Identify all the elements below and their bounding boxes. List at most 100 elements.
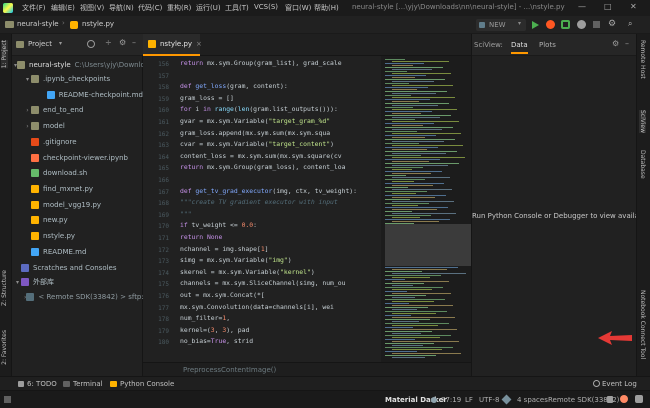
debug-icon[interactable] — [546, 20, 555, 29]
tree-item[interactable]: find_mxnet.py — [12, 182, 143, 196]
code-line[interactable]: """ — [180, 210, 385, 221]
code-line[interactable]: gvar = mx.sym.Variable("target_gram_%d" — [180, 117, 385, 128]
tree-item[interactable]: › end_to_end — [12, 103, 143, 117]
breadcrumb-file[interactable]: nstyle.py — [82, 20, 114, 28]
code-line[interactable]: return mx.sym.Group(gram_loss), content_… — [180, 163, 385, 174]
minimize-button[interactable]: — — [578, 2, 586, 11]
terminal-tab[interactable]: Terminal — [73, 380, 103, 388]
collapse-icon[interactable]: ÷ — [105, 38, 112, 47]
code-line[interactable]: no_bias=True, strid — [180, 337, 385, 348]
close-tab-icon[interactable]: × — [196, 40, 202, 48]
menu-code[interactable]: 代码(C) — [138, 3, 162, 13]
menu-tools[interactable]: 工具(T) — [225, 3, 249, 13]
menu-edit[interactable]: 编辑(E) — [51, 3, 75, 13]
structure-tool-tab[interactable]: Z: Structure — [1, 270, 8, 306]
code-line[interactable]: simg = mx.sym.Variable("img") — [180, 256, 385, 267]
favorites-tool-tab[interactable]: 2: Favorites — [1, 330, 8, 365]
code-line[interactable]: gram_loss = [] — [180, 94, 385, 105]
code-minimap[interactable] — [381, 56, 471, 362]
settings-icon[interactable]: ⚙ — [608, 19, 616, 29]
code-line[interactable]: gram_loss.append(mx.sym.sum(mx.sym.squa — [180, 129, 385, 140]
locate-icon[interactable] — [87, 40, 95, 48]
theme-indicator[interactable]: Material Darker — [385, 396, 447, 404]
code-line[interactable]: skernel = mx.sym.Variable("kernel") — [180, 268, 385, 279]
theme-toggle-icon[interactable] — [431, 397, 437, 403]
code-line[interactable]: out = mx.sym.Concat(*[ — [180, 291, 385, 302]
tree-item[interactable]: new.py — [12, 213, 143, 227]
code-breadcrumb[interactable]: PreprocessContentImage() — [143, 362, 471, 376]
menu-help[interactable]: 帮助(H) — [314, 3, 339, 13]
code-line[interactable]: """create TV gradient executor with inpu… — [180, 198, 385, 209]
python-console-tab[interactable]: Python Console — [120, 380, 174, 388]
gear-icon[interactable]: ⚙ — [612, 39, 619, 48]
tree-item[interactable]: › model — [12, 119, 143, 133]
menu-vcs[interactable]: VCS(S) — [254, 3, 278, 11]
indent-setting[interactable]: 4 spaces — [517, 396, 548, 404]
notifications-icon[interactable] — [635, 395, 643, 403]
code-line[interactable]: content_loss = mx.sym.sum(mx.sym.square(… — [180, 152, 385, 163]
code-line[interactable]: return None — [180, 233, 385, 244]
tree-item[interactable]: nstyle.py — [12, 229, 143, 243]
run-config-select[interactable]: NEW ▾ — [476, 19, 526, 31]
tree-item[interactable]: model_vgg19.py — [12, 198, 143, 212]
tree-scratches[interactable]: Scratches and Consoles — [12, 261, 143, 275]
code-line[interactable]: nchannel = img.shape[1] — [180, 245, 385, 256]
code-line[interactable]: def get_tv_grad_executor(img, ctx, tv_we… — [180, 187, 385, 198]
tab-data[interactable]: Data — [511, 41, 528, 54]
inspector-icon[interactable] — [620, 395, 628, 403]
code-line[interactable] — [180, 175, 385, 186]
chevron-down-icon[interactable]: ▾ — [59, 40, 62, 47]
tree-item[interactable]: checkpoint-viewer.ipynb — [12, 151, 143, 165]
menu-navigate[interactable]: 导航(N) — [109, 3, 134, 13]
tab-plots[interactable]: Plots — [539, 41, 556, 49]
code-line[interactable]: mx.sym.Convolution(data=channels[i], wei — [180, 303, 385, 314]
remote-host-tab[interactable]: Remote Host — [639, 40, 646, 79]
gear-icon[interactable]: ⚙ — [119, 38, 126, 47]
code-line[interactable]: for i in range(len(gram.list_outputs()))… — [180, 105, 385, 116]
tree-item[interactable]: README-checkpoint.md — [12, 88, 143, 102]
profile-icon[interactable] — [577, 20, 586, 29]
lock-icon[interactable] — [607, 396, 613, 403]
menu-run[interactable]: 运行(U) — [196, 3, 221, 13]
stop-icon[interactable] — [593, 21, 600, 28]
tree-item[interactable]: .gitignore — [12, 135, 143, 149]
database-tab[interactable]: Database — [639, 150, 646, 179]
tab-nstyle[interactable]: nstyle.py × — [143, 34, 202, 56]
tree-item[interactable]: README.md — [12, 245, 143, 259]
code-line[interactable]: if tv_weight <= 0.0: — [180, 221, 385, 232]
maximize-button[interactable]: □ — [604, 2, 612, 11]
menu-window[interactable]: 窗口(W) — [285, 3, 311, 13]
code-line[interactable]: kernel=(3, 3), pad — [180, 326, 385, 337]
menu-refactor[interactable]: 重构(R) — [167, 3, 191, 13]
tree-root[interactable]: ▾ neural-style C:\Users\yjy\Downlo — [12, 58, 145, 72]
tree-remote-sdk[interactable]: › < Remote SDK(33842) > sftp:/ — [12, 290, 146, 304]
code-line[interactable] — [180, 71, 385, 82]
code-line[interactable]: return mx.sym.Group(gram_list), grad_sca… — [180, 59, 385, 70]
code-line[interactable]: cvar = mx.sym.Variable("target_content") — [180, 140, 385, 151]
code-line[interactable]: num_filter=1, — [180, 314, 385, 325]
notebook-connect-tab[interactable]: Notebook Connect Tool — [639, 290, 646, 359]
cursor-position[interactable]: 77:19 — [441, 396, 461, 404]
line-separator[interactable]: LF — [465, 396, 473, 404]
project-panel-title[interactable]: Project — [28, 40, 52, 48]
code-line[interactable]: channels = mx.sym.SliceChannel(simg, num… — [180, 279, 385, 290]
file-encoding[interactable]: UTF-8 — [479, 396, 499, 404]
sciview-tab[interactable]: SciView — [639, 110, 646, 134]
project-tool-tab[interactable]: 1: Project — [1, 40, 8, 69]
hide-panel-icon[interactable]: – — [132, 38, 136, 47]
breadcrumb-project[interactable]: neural-style — [17, 20, 59, 28]
close-button[interactable]: ✕ — [630, 2, 637, 11]
tree-item[interactable]: download.sh — [12, 166, 143, 180]
coverage-icon[interactable] — [561, 20, 570, 29]
run-icon[interactable] — [532, 21, 539, 29]
menu-file[interactable]: 文件(F) — [22, 3, 46, 13]
search-icon[interactable]: ⌕ — [628, 19, 632, 29]
breadcrumb-separator-icon: › — [62, 19, 65, 27]
hide-panel-icon[interactable]: – — [625, 39, 629, 48]
event-log-tab[interactable]: Event Log — [602, 380, 637, 388]
tree-external-libraries[interactable]: ▾ 外部库 — [12, 275, 143, 289]
code-line[interactable]: def get_loss(gram, content): — [180, 82, 385, 93]
todo-tab[interactable]: 6: TODO — [27, 380, 57, 388]
tree-item[interactable]: ▾ .ipynb_checkpoints — [12, 72, 143, 86]
menu-view[interactable]: 视图(V) — [80, 3, 104, 13]
